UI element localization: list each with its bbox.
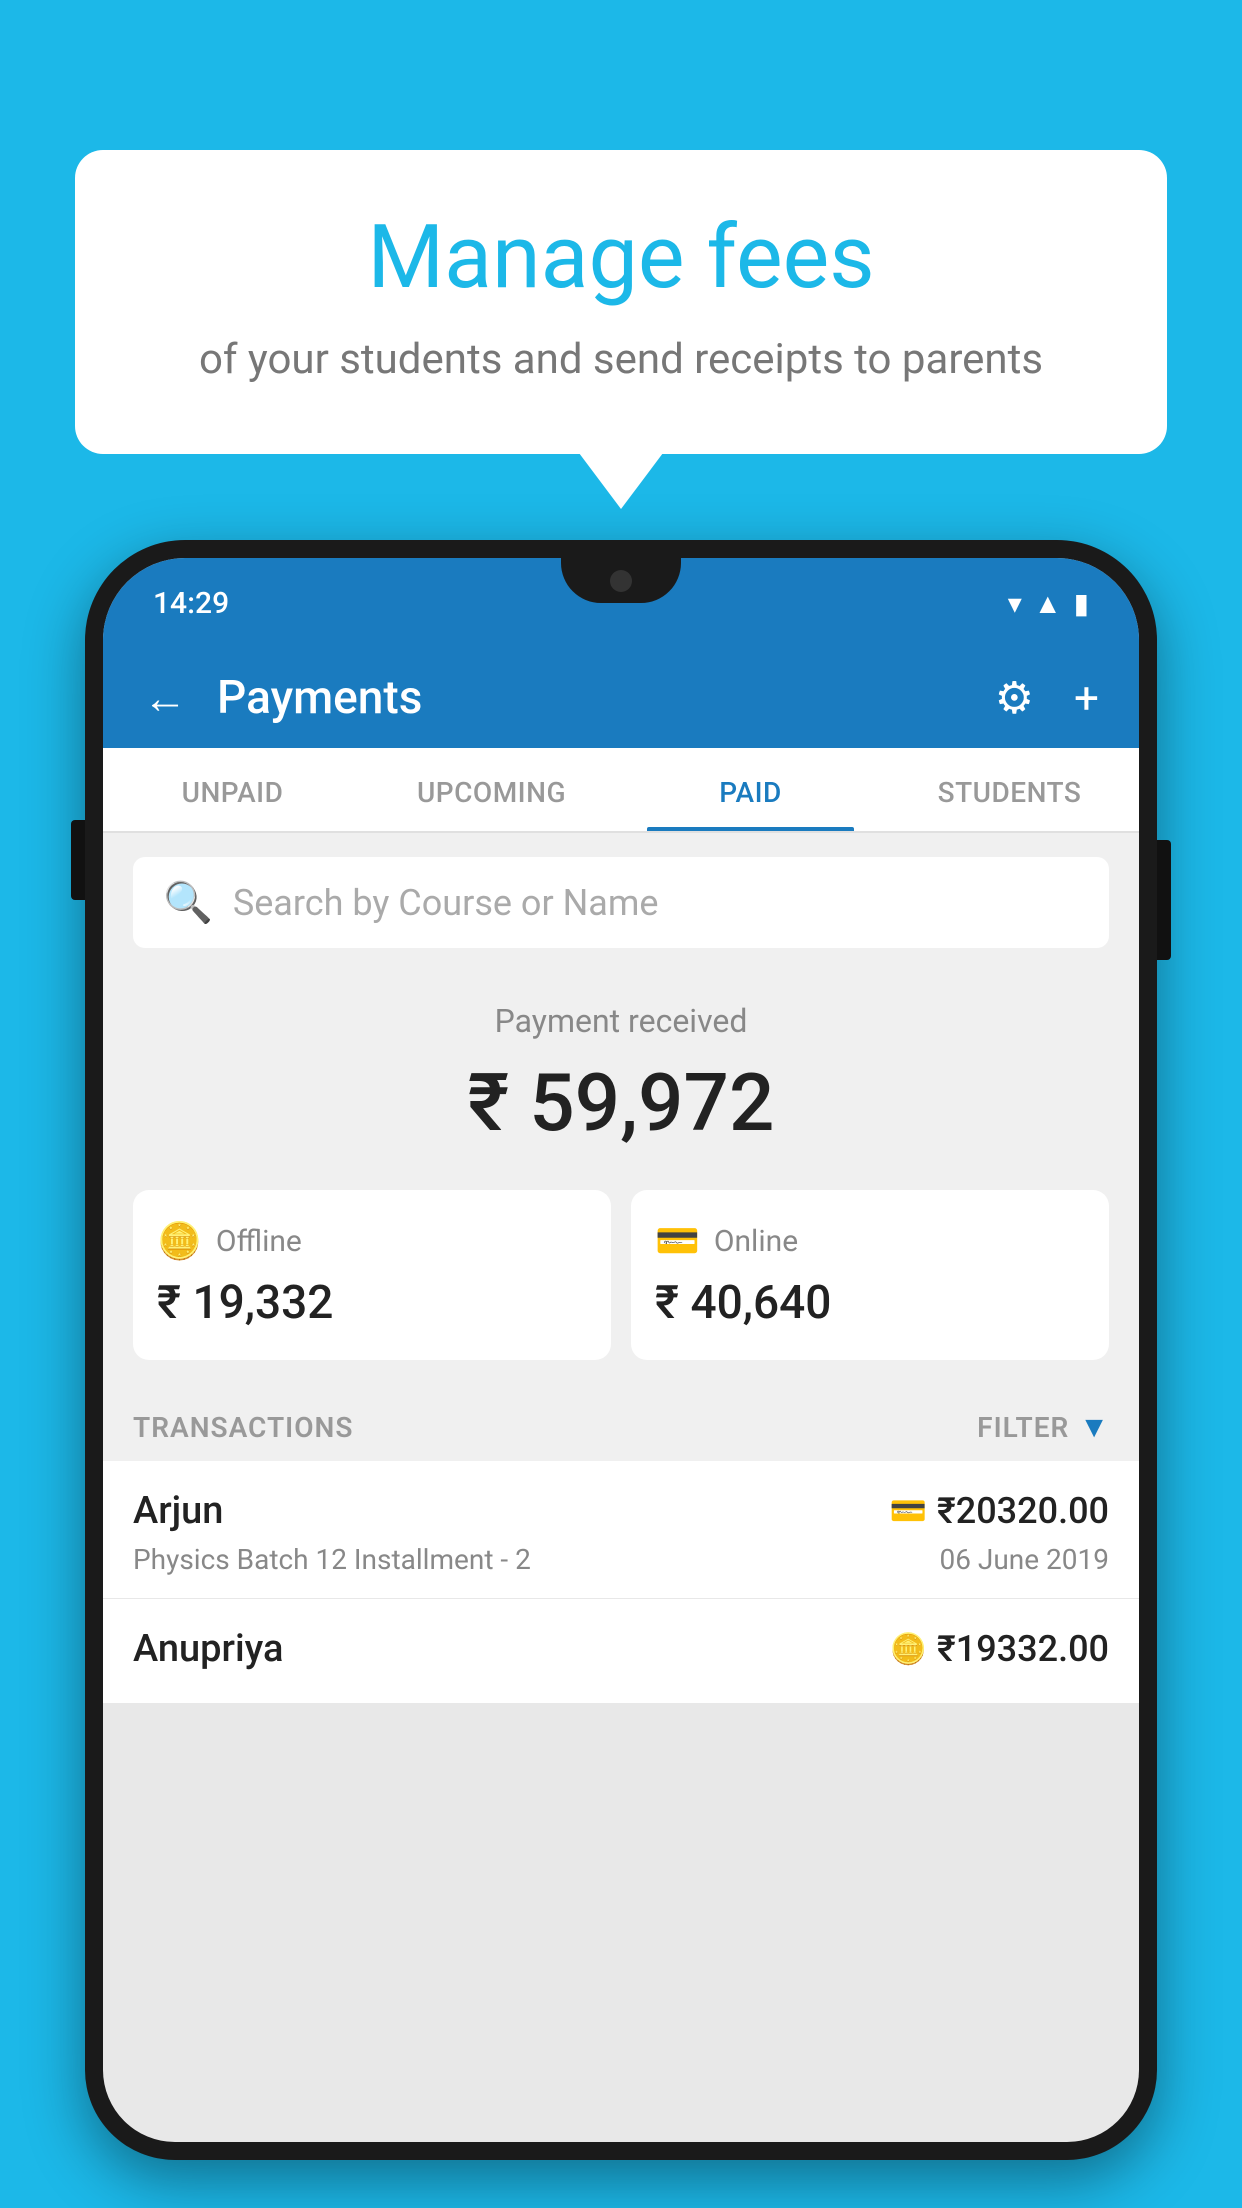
transaction-date: 06 June 2019 <box>939 1543 1109 1576</box>
search-container: 🔍 Search by Course or Name <box>103 833 1139 972</box>
header-left: ← Payments <box>143 671 422 725</box>
payment-received-section: Payment received ₹ 59,972 <box>103 972 1139 1170</box>
online-amount: ₹ 40,640 <box>655 1276 1085 1330</box>
transaction-top-arjun: Arjun 💳 ₹20320.00 <box>133 1489 1109 1533</box>
transaction-top-anupriya: Anupriya 🪙 ₹19332.00 <box>133 1627 1109 1671</box>
search-icon: 🔍 <box>163 879 213 926</box>
page-title: Payments <box>217 671 422 725</box>
filter-icon: ▼ <box>1079 1410 1109 1445</box>
back-button[interactable]: ← <box>143 672 187 724</box>
status-icons: ▾ ▲ ▮ <box>1008 587 1089 620</box>
online-card-header: 💳 Online <box>655 1220 1085 1262</box>
offline-label: Offline <box>216 1224 302 1259</box>
status-bar: 14:29 ▾ ▲ ▮ <box>103 558 1139 648</box>
online-card: 💳 Online ₹ 40,640 <box>631 1190 1109 1360</box>
online-label: Online <box>714 1224 798 1259</box>
transaction-name-anupriya: Anupriya <box>133 1627 283 1671</box>
transactions-header: TRANSACTIONS FILTER ▼ <box>103 1390 1139 1461</box>
transaction-amount: ₹20320.00 <box>937 1490 1109 1532</box>
tab-students[interactable]: STUDENTS <box>880 748 1139 831</box>
status-time: 14:29 <box>153 586 229 621</box>
search-bar[interactable]: 🔍 Search by Course or Name <box>133 857 1109 948</box>
online-icon: 💳 <box>655 1220 700 1262</box>
settings-icon[interactable]: ⚙ <box>995 672 1034 724</box>
phone-outer: 14:29 ▾ ▲ ▮ ← Payments ⚙ + <box>85 540 1157 2160</box>
signal-icon: ▲ <box>1034 587 1062 620</box>
app-body: 🔍 Search by Course or Name Payment recei… <box>103 833 1139 1703</box>
transaction-row[interactable]: Arjun 💳 ₹20320.00 Physics Batch 12 Insta… <box>103 1461 1139 1599</box>
transaction-bottom-arjun: Physics Batch 12 Installment - 2 06 June… <box>133 1543 1109 1576</box>
transaction-name: Arjun <box>133 1489 223 1533</box>
bubble-subtitle: of your students and send receipts to pa… <box>155 335 1087 384</box>
offline-card-header: 🪙 Offline <box>157 1220 587 1262</box>
tab-upcoming[interactable]: UPCOMING <box>362 748 621 831</box>
payment-type-icon-anupriya: 🪙 <box>890 1632 927 1667</box>
speech-bubble-container: Manage fees of your students and send re… <box>75 150 1167 454</box>
camera-dot <box>610 570 632 592</box>
payment-type-icon: 💳 <box>890 1494 927 1529</box>
offline-amount: ₹ 19,332 <box>157 1276 587 1330</box>
offline-card: 🪙 Offline ₹ 19,332 <box>133 1190 611 1360</box>
phone-inner: 14:29 ▾ ▲ ▮ ← Payments ⚙ + <box>103 558 1139 2142</box>
filter-area[interactable]: FILTER ▼ <box>977 1410 1109 1445</box>
search-input[interactable]: Search by Course or Name <box>233 882 659 924</box>
offline-icon: 🪙 <box>157 1220 202 1262</box>
app-header: ← Payments ⚙ + <box>103 648 1139 748</box>
tabs-container: UNPAID UPCOMING PAID STUDENTS <box>103 748 1139 833</box>
battery-icon: ▮ <box>1074 587 1089 620</box>
add-button[interactable]: + <box>1074 672 1099 724</box>
wifi-icon: ▾ <box>1008 587 1022 620</box>
payment-received-label: Payment received <box>133 1002 1109 1040</box>
header-right: ⚙ + <box>995 672 1099 724</box>
transaction-amount-area-anupriya: 🪙 ₹19332.00 <box>890 1628 1109 1670</box>
notch-cutout <box>561 558 681 603</box>
transactions-label: TRANSACTIONS <box>133 1411 353 1444</box>
transaction-amount-anupriya: ₹19332.00 <box>937 1628 1109 1670</box>
transaction-row-partial[interactable]: Anupriya 🪙 ₹19332.00 <box>103 1599 1139 1703</box>
transaction-amount-area: 💳 ₹20320.00 <box>890 1490 1109 1532</box>
tab-paid[interactable]: PAID <box>621 748 880 831</box>
payment-cards-row: 🪙 Offline ₹ 19,332 💳 Online ₹ 40,640 <box>103 1170 1139 1390</box>
payment-total-amount: ₹ 59,972 <box>133 1056 1109 1150</box>
phone-container: 14:29 ▾ ▲ ▮ ← Payments ⚙ + <box>85 540 1157 2208</box>
tab-unpaid[interactable]: UNPAID <box>103 748 362 831</box>
filter-label: FILTER <box>977 1411 1069 1444</box>
bubble-title: Manage fees <box>155 210 1087 307</box>
speech-bubble: Manage fees of your students and send re… <box>75 150 1167 454</box>
transaction-course: Physics Batch 12 Installment - 2 <box>133 1543 531 1576</box>
